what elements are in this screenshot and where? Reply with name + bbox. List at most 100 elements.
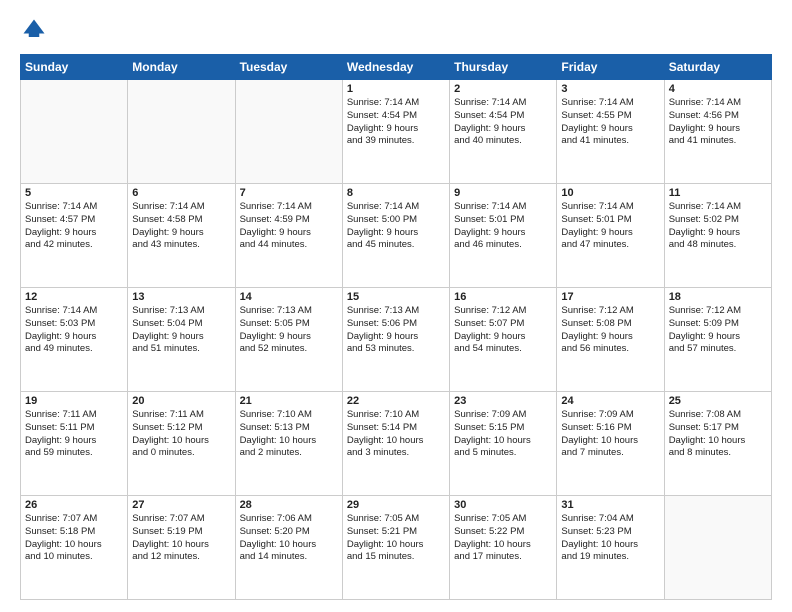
header — [20, 16, 772, 44]
table-row: 13 Sunrise: 7:13 AM Sunset: 5:04 PM Dayli… — [128, 288, 235, 392]
day-info: Sunrise: 7:14 AM Sunset: 5:00 PM Dayligh… — [347, 201, 445, 252]
table-row: 2 Sunrise: 7:14 AM Sunset: 4:54 PM Daylig… — [450, 80, 557, 184]
day-info: Sunrise: 7:13 AM Sunset: 5:05 PM Dayligh… — [240, 305, 338, 356]
day-number: 29 — [347, 499, 445, 511]
day-number: 25 — [669, 395, 767, 407]
calendar-header-row: Sunday Monday Tuesday Wednesday Thursday… — [21, 55, 772, 80]
table-row: 30 Sunrise: 7:05 AM Sunset: 5:22 PM Dayli… — [450, 496, 557, 600]
col-monday: Monday — [128, 55, 235, 80]
day-info: Sunrise: 7:06 AM Sunset: 5:20 PM Dayligh… — [240, 513, 338, 564]
table-row — [21, 80, 128, 184]
table-row: 10 Sunrise: 7:14 AM Sunset: 5:01 PM Dayli… — [557, 184, 664, 288]
col-tuesday: Tuesday — [235, 55, 342, 80]
day-number: 1 — [347, 83, 445, 95]
day-info: Sunrise: 7:14 AM Sunset: 4:57 PM Dayligh… — [25, 201, 123, 252]
day-number: 21 — [240, 395, 338, 407]
day-info: Sunrise: 7:12 AM Sunset: 5:07 PM Dayligh… — [454, 305, 552, 356]
col-thursday: Thursday — [450, 55, 557, 80]
table-row: 1 Sunrise: 7:14 AM Sunset: 4:54 PM Daylig… — [342, 80, 449, 184]
table-row: 18 Sunrise: 7:12 AM Sunset: 5:09 PM Dayli… — [664, 288, 771, 392]
day-info: Sunrise: 7:09 AM Sunset: 5:16 PM Dayligh… — [561, 409, 659, 460]
day-number: 15 — [347, 291, 445, 303]
day-number: 6 — [132, 187, 230, 199]
day-info: Sunrise: 7:10 AM Sunset: 5:14 PM Dayligh… — [347, 409, 445, 460]
day-number: 26 — [25, 499, 123, 511]
day-info: Sunrise: 7:12 AM Sunset: 5:09 PM Dayligh… — [669, 305, 767, 356]
day-info: Sunrise: 7:14 AM Sunset: 4:54 PM Dayligh… — [347, 97, 445, 148]
table-row: 27 Sunrise: 7:07 AM Sunset: 5:19 PM Dayli… — [128, 496, 235, 600]
table-row: 3 Sunrise: 7:14 AM Sunset: 4:55 PM Daylig… — [557, 80, 664, 184]
day-number: 9 — [454, 187, 552, 199]
day-number: 12 — [25, 291, 123, 303]
day-number: 27 — [132, 499, 230, 511]
day-info: Sunrise: 7:04 AM Sunset: 5:23 PM Dayligh… — [561, 513, 659, 564]
day-number: 23 — [454, 395, 552, 407]
table-row: 16 Sunrise: 7:12 AM Sunset: 5:07 PM Dayli… — [450, 288, 557, 392]
day-number: 11 — [669, 187, 767, 199]
calendar-week-row: 12Sunrise: 7:14 AM Sunset: 5:03 PM Dayli… — [21, 288, 772, 392]
calendar-body: 1 Sunrise: 7:14 AM Sunset: 4:54 PM Daylig… — [21, 80, 772, 600]
day-info: Sunrise: 7:07 AM Sunset: 5:19 PM Dayligh… — [132, 513, 230, 564]
day-number: 28 — [240, 499, 338, 511]
table-row: 12Sunrise: 7:14 AM Sunset: 5:03 PM Dayli… — [21, 288, 128, 392]
day-number: 7 — [240, 187, 338, 199]
table-row: 15 Sunrise: 7:13 AM Sunset: 5:06 PM Dayli… — [342, 288, 449, 392]
day-info: Sunrise: 7:08 AM Sunset: 5:17 PM Dayligh… — [669, 409, 767, 460]
day-info: Sunrise: 7:14 AM Sunset: 5:01 PM Dayligh… — [561, 201, 659, 252]
table-row — [128, 80, 235, 184]
day-info: Sunrise: 7:11 AM Sunset: 5:11 PM Dayligh… — [25, 409, 123, 460]
day-info: Sunrise: 7:12 AM Sunset: 5:08 PM Dayligh… — [561, 305, 659, 356]
col-sunday: Sunday — [21, 55, 128, 80]
day-info: Sunrise: 7:14 AM Sunset: 4:56 PM Dayligh… — [669, 97, 767, 148]
day-number: 13 — [132, 291, 230, 303]
day-info: Sunrise: 7:14 AM Sunset: 5:01 PM Dayligh… — [454, 201, 552, 252]
day-info: Sunrise: 7:05 AM Sunset: 5:22 PM Dayligh… — [454, 513, 552, 564]
table-row: 7 Sunrise: 7:14 AM Sunset: 4:59 PM Daylig… — [235, 184, 342, 288]
table-row — [664, 496, 771, 600]
day-info: Sunrise: 7:14 AM Sunset: 4:54 PM Dayligh… — [454, 97, 552, 148]
table-row: 4 Sunrise: 7:14 AM Sunset: 4:56 PM Daylig… — [664, 80, 771, 184]
day-number: 18 — [669, 291, 767, 303]
calendar-week-row: 19 Sunrise: 7:11 AM Sunset: 5:11 PM Dayli… — [21, 392, 772, 496]
day-number: 19 — [25, 395, 123, 407]
table-row: 28 Sunrise: 7:06 AM Sunset: 5:20 PM Dayli… — [235, 496, 342, 600]
calendar-table: Sunday Monday Tuesday Wednesday Thursday… — [20, 54, 772, 600]
page: Sunday Monday Tuesday Wednesday Thursday… — [0, 0, 792, 612]
day-info: Sunrise: 7:14 AM Sunset: 5:02 PM Dayligh… — [669, 201, 767, 252]
table-row: 22 Sunrise: 7:10 AM Sunset: 5:14 PM Dayli… — [342, 392, 449, 496]
calendar-week-row: 26 Sunrise: 7:07 AM Sunset: 5:18 PM Dayli… — [21, 496, 772, 600]
table-row: 29Sunrise: 7:05 AM Sunset: 5:21 PM Dayli… — [342, 496, 449, 600]
table-row: 20Sunrise: 7:11 AM Sunset: 5:12 PM Dayli… — [128, 392, 235, 496]
day-number: 4 — [669, 83, 767, 95]
day-info: Sunrise: 7:14 AM Sunset: 4:59 PM Dayligh… — [240, 201, 338, 252]
day-number: 10 — [561, 187, 659, 199]
day-number: 2 — [454, 83, 552, 95]
day-info: Sunrise: 7:10 AM Sunset: 5:13 PM Dayligh… — [240, 409, 338, 460]
logo — [20, 16, 52, 44]
table-row: 31 Sunrise: 7:04 AM Sunset: 5:23 PM Dayli… — [557, 496, 664, 600]
table-row: 26 Sunrise: 7:07 AM Sunset: 5:18 PM Dayli… — [21, 496, 128, 600]
table-row: 19 Sunrise: 7:11 AM Sunset: 5:11 PM Dayli… — [21, 392, 128, 496]
table-row — [235, 80, 342, 184]
day-info: Sunrise: 7:14 AM Sunset: 4:58 PM Dayligh… — [132, 201, 230, 252]
table-row: 5 Sunrise: 7:14 AM Sunset: 4:57 PM Daylig… — [21, 184, 128, 288]
col-wednesday: Wednesday — [342, 55, 449, 80]
day-number: 31 — [561, 499, 659, 511]
day-number: 16 — [454, 291, 552, 303]
col-friday: Friday — [557, 55, 664, 80]
col-saturday: Saturday — [664, 55, 771, 80]
day-info: Sunrise: 7:13 AM Sunset: 5:06 PM Dayligh… — [347, 305, 445, 356]
day-number: 30 — [454, 499, 552, 511]
day-number: 5 — [25, 187, 123, 199]
table-row: 23Sunrise: 7:09 AM Sunset: 5:15 PM Dayli… — [450, 392, 557, 496]
day-number: 3 — [561, 83, 659, 95]
day-number: 22 — [347, 395, 445, 407]
table-row: 11 Sunrise: 7:14 AM Sunset: 5:02 PM Dayli… — [664, 184, 771, 288]
calendar-week-row: 1 Sunrise: 7:14 AM Sunset: 4:54 PM Daylig… — [21, 80, 772, 184]
table-row: 8Sunrise: 7:14 AM Sunset: 5:00 PM Daylig… — [342, 184, 449, 288]
table-row: 25 Sunrise: 7:08 AM Sunset: 5:17 PM Dayli… — [664, 392, 771, 496]
day-info: Sunrise: 7:07 AM Sunset: 5:18 PM Dayligh… — [25, 513, 123, 564]
day-info: Sunrise: 7:11 AM Sunset: 5:12 PM Dayligh… — [132, 409, 230, 460]
day-info: Sunrise: 7:13 AM Sunset: 5:04 PM Dayligh… — [132, 305, 230, 356]
day-info: Sunrise: 7:14 AM Sunset: 4:55 PM Dayligh… — [561, 97, 659, 148]
